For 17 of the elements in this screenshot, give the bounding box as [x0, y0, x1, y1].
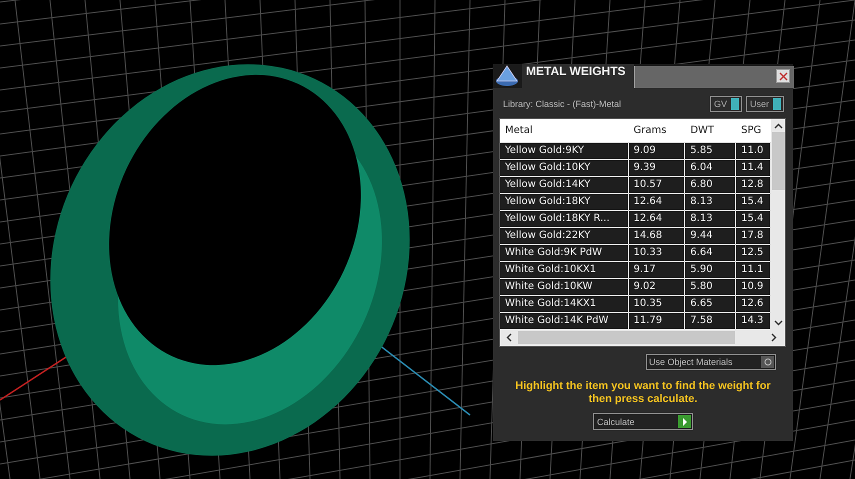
library-label: Library: Classic - (Fast)-Metal — [503, 99, 622, 109]
toggle-switch[interactable]: User — [746, 96, 784, 112]
cone-logo-icon — [494, 64, 520, 88]
window-title: METAL WEIGHTS — [522, 64, 634, 88]
column-header[interactable]: Metal — [500, 125, 629, 136]
column-header[interactable]: SPG — [736, 125, 771, 136]
toggle-switch[interactable]: GV — [710, 96, 742, 112]
close-button[interactable] — [776, 69, 790, 83]
column-header[interactable]: Grams — [628, 125, 686, 136]
column-header[interactable]: DWT — [685, 125, 736, 136]
instruction-text: Highlight the item you want to find the weight for then press calculate. — [514, 380, 772, 406]
circle-icon — [764, 358, 772, 366]
play-arrow-icon — [682, 418, 688, 426]
horizontal-scrollbar[interactable] — [500, 329, 785, 346]
calculate-button[interactable]: Calculate — [593, 413, 693, 430]
vertical-scrollbar[interactable] — [771, 119, 785, 329]
use-object-materials-button[interactable]: Use Object Materials — [646, 354, 776, 370]
